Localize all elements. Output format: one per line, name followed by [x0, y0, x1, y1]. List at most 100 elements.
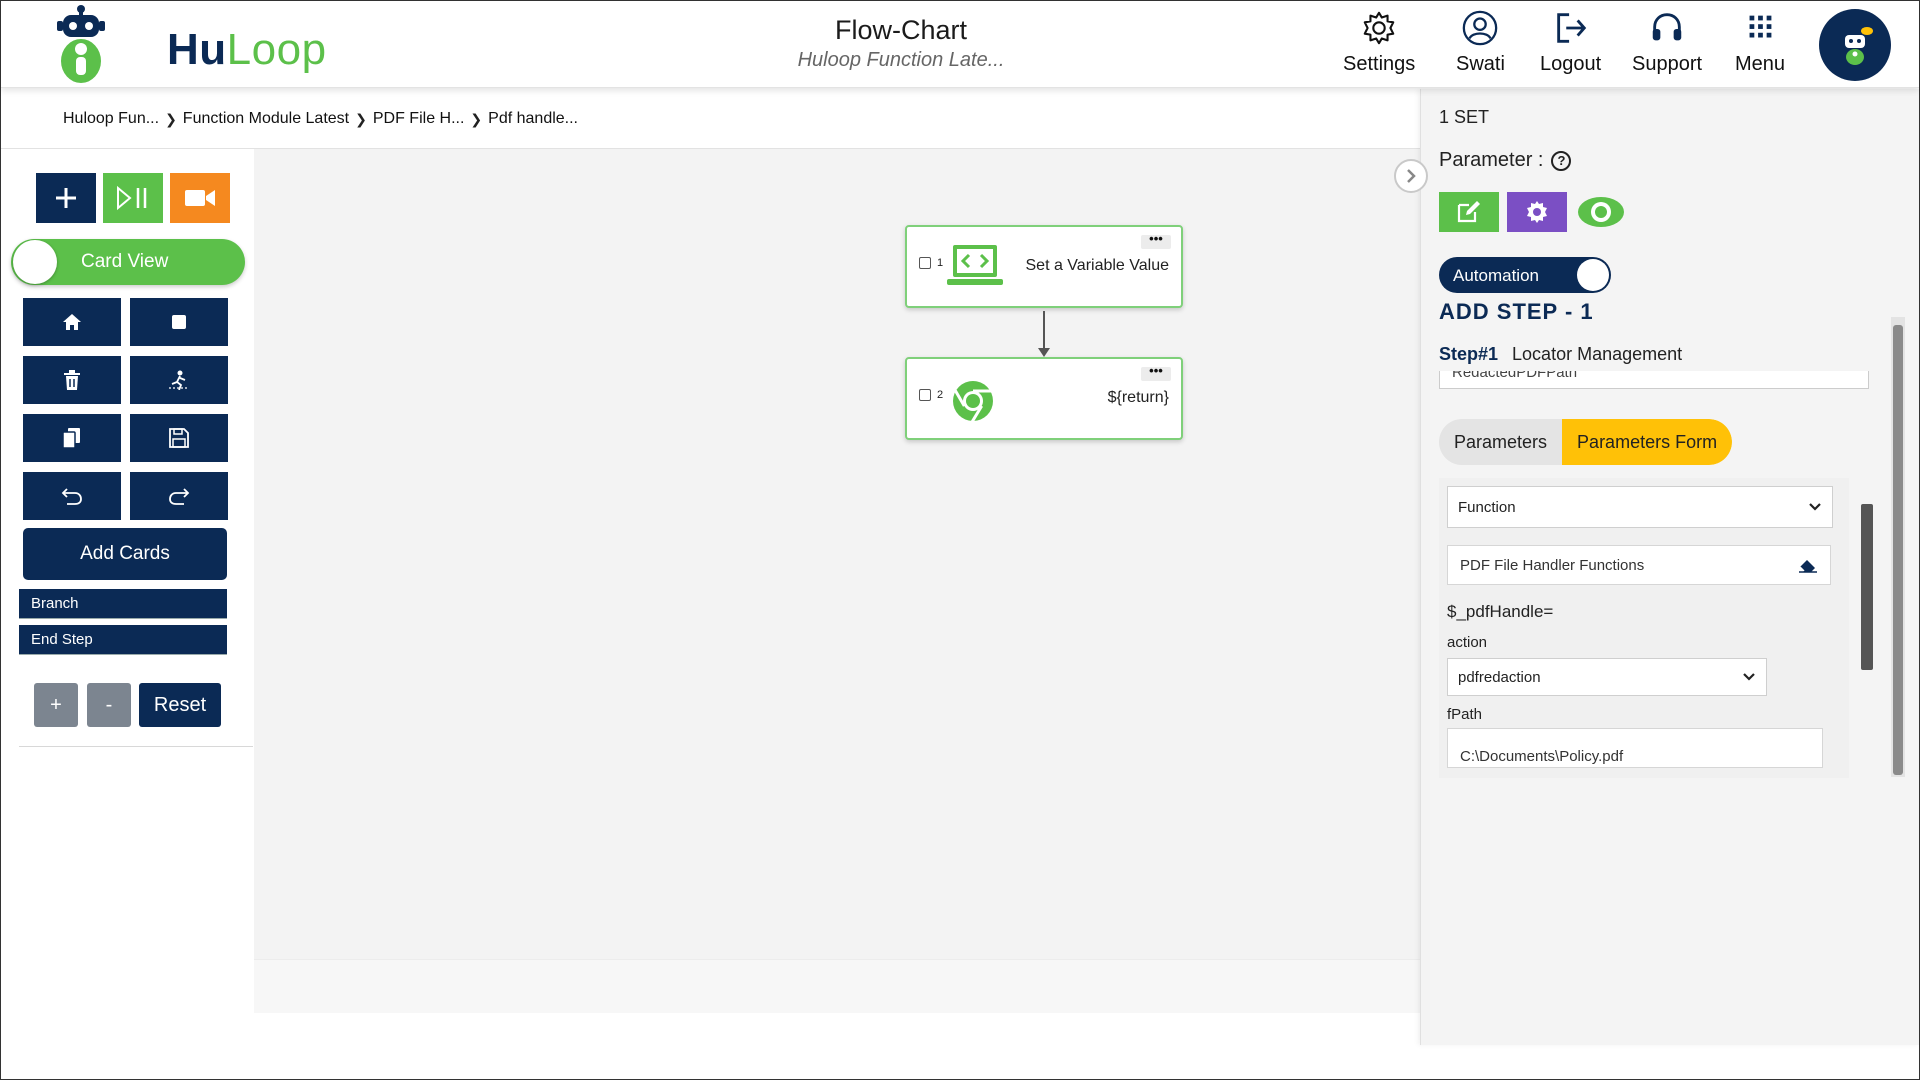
delete-button[interactable] [23, 356, 121, 404]
card-view-label: Card View [81, 251, 169, 272]
nav-logout[interactable]: Logout [1540, 9, 1601, 76]
chevron-down-icon [1743, 673, 1755, 681]
redacted-path-field[interactable]: RedactedPDFPath [1439, 371, 1869, 389]
edit-icon [1457, 201, 1480, 223]
chevron-right-icon [1407, 169, 1416, 183]
chevron-down-icon [1809, 503, 1821, 511]
step-info: Step#1 Locator Management [1439, 344, 1682, 365]
save-button[interactable] [130, 414, 228, 462]
redo-button[interactable] [130, 472, 228, 520]
nav-user[interactable]: Swati [1456, 9, 1505, 76]
breadcrumb-item-1[interactable]: Huloop Fun... [63, 110, 159, 128]
nav-settings[interactable]: Settings [1343, 9, 1415, 76]
add-step-button[interactable] [36, 173, 96, 223]
add-step-title: ADD STEP - 1 [1439, 299, 1594, 324]
gear-icon [1527, 201, 1547, 223]
step-properties-panel: 1 SET Parameter : ? Automation ADD STEP … [1420, 89, 1919, 1045]
tab-parameters-form[interactable]: Parameters Form [1562, 419, 1733, 465]
card-2-menu-button[interactable]: ••• [1141, 364, 1171, 381]
copy-button[interactable] [23, 414, 121, 462]
fpath-value: C:\Documents\Policy.pdf [1460, 748, 1624, 765]
end-step-button[interactable]: End Step [19, 625, 227, 655]
redo-icon [169, 488, 190, 505]
breadcrumb-item-3[interactable]: PDF File H... [373, 110, 465, 128]
chevron-right-icon: ❯ [470, 110, 483, 127]
toggle-knob [13, 240, 57, 284]
zoom-out-button[interactable]: - [87, 683, 131, 727]
stop-button[interactable] [130, 298, 228, 346]
connector-arrow-icon [1038, 348, 1050, 357]
function-type-select[interactable]: Function [1447, 486, 1833, 528]
step-id: Step#1 [1439, 344, 1499, 364]
robot-logo-icon [57, 5, 105, 83]
eye-icon [1578, 197, 1624, 227]
toolbar-divider [19, 746, 253, 747]
nav-support-label: Support [1632, 53, 1703, 75]
run-pause-button[interactable] [103, 173, 163, 223]
breadcrumb-item-4[interactable]: Pdf handle... [488, 110, 578, 128]
zoom-in-button[interactable]: + [34, 683, 78, 727]
record-button[interactable] [170, 173, 230, 223]
nav-menu-label: Menu [1735, 53, 1786, 75]
tab-parameters[interactable]: Parameters [1439, 419, 1563, 465]
home-button[interactable] [23, 298, 121, 346]
add-cards-button[interactable]: Add Cards [23, 528, 227, 580]
trash-icon [64, 370, 80, 390]
action-select[interactable]: pdfredaction [1447, 658, 1767, 696]
set-label: 1 SET [1439, 107, 1490, 127]
automation-label: Automation [1453, 266, 1539, 285]
card-2-checkbox[interactable] [919, 389, 931, 401]
flowchart-canvas[interactable] [254, 149, 1420, 1013]
help-icon[interactable]: ? [1551, 150, 1572, 171]
action-value: pdfredaction [1458, 668, 1541, 686]
function-module-value: PDF File Handler Functions [1460, 556, 1645, 574]
nav-user-label: Swati [1456, 53, 1505, 75]
page-subtitle: Huloop Function Late... [797, 49, 1005, 71]
chevron-right-icon: ❯ [355, 110, 367, 127]
huloop-logo[interactable]: HuLoop [51, 3, 326, 87]
chatbot-avatar-button[interactable] [1819, 9, 1891, 81]
breadcrumb: Huloop Fun... ❯ Function Module Latest ❯… [63, 110, 578, 128]
automation-toggle[interactable]: Automation [1439, 257, 1611, 293]
undo-button[interactable] [23, 472, 121, 520]
fpath-input[interactable]: C:\Documents\Policy.pdf [1447, 728, 1823, 768]
reset-zoom-button[interactable]: Reset [139, 683, 221, 727]
nav-support[interactable]: Support [1632, 9, 1702, 76]
parameter-settings-button[interactable] [1507, 192, 1567, 232]
card-1-menu-button[interactable]: ••• [1141, 232, 1171, 249]
play-pause-icon [117, 185, 147, 211]
page-title: Flow-Chart [834, 15, 968, 45]
logout-icon [1556, 13, 1586, 43]
chevron-right-icon: ❯ [165, 110, 177, 127]
floppy-disk-icon [169, 428, 189, 448]
form-scrollbar[interactable] [1861, 504, 1873, 670]
parameter-tabs: Parameters Parameters Form [1439, 419, 1733, 465]
flow-card-2[interactable]: 2 ••• ${return} [905, 357, 1183, 440]
home-icon [63, 314, 81, 330]
edit-parameter-button[interactable] [1439, 192, 1499, 232]
parameters-form: Function PDF File Handler Functions $_pd… [1439, 478, 1849, 778]
nav-settings-label: Settings [1343, 53, 1416, 75]
breadcrumb-item-2[interactable]: Function Module Latest [183, 110, 349, 128]
logo-text-loop: Loop [226, 25, 327, 74]
card-view-toggle[interactable]: Card View [11, 239, 245, 285]
card-1-checkbox[interactable] [919, 257, 931, 269]
panel-scrollbar-thumb[interactable] [1893, 325, 1903, 775]
panel-scrollbar[interactable] [1891, 317, 1905, 777]
step-over-button[interactable] [130, 356, 228, 404]
eraser-icon[interactable] [1798, 557, 1818, 573]
undo-icon [61, 488, 82, 505]
preview-button[interactable] [1571, 192, 1631, 232]
nav-menu[interactable]: Menu [1735, 9, 1785, 76]
redacted-path-value: RedactedPDFPath [1439, 371, 1869, 389]
action-label: action [1447, 634, 1488, 651]
collapse-panel-button[interactable] [1394, 159, 1428, 193]
left-toolbar: Card View Add Cards Branch End Step + - … [1, 149, 253, 749]
headset-icon [1652, 13, 1682, 41]
card-1-label: Set a Variable Value [1025, 257, 1170, 274]
flow-card-1[interactable]: 1 ••• Set a Variable Value [905, 225, 1183, 308]
function-module-field[interactable]: PDF File Handler Functions [1447, 545, 1831, 585]
branch-button[interactable]: Branch [19, 589, 227, 619]
code-laptop-icon [947, 245, 1003, 285]
card-1-number: 1 [937, 257, 944, 269]
